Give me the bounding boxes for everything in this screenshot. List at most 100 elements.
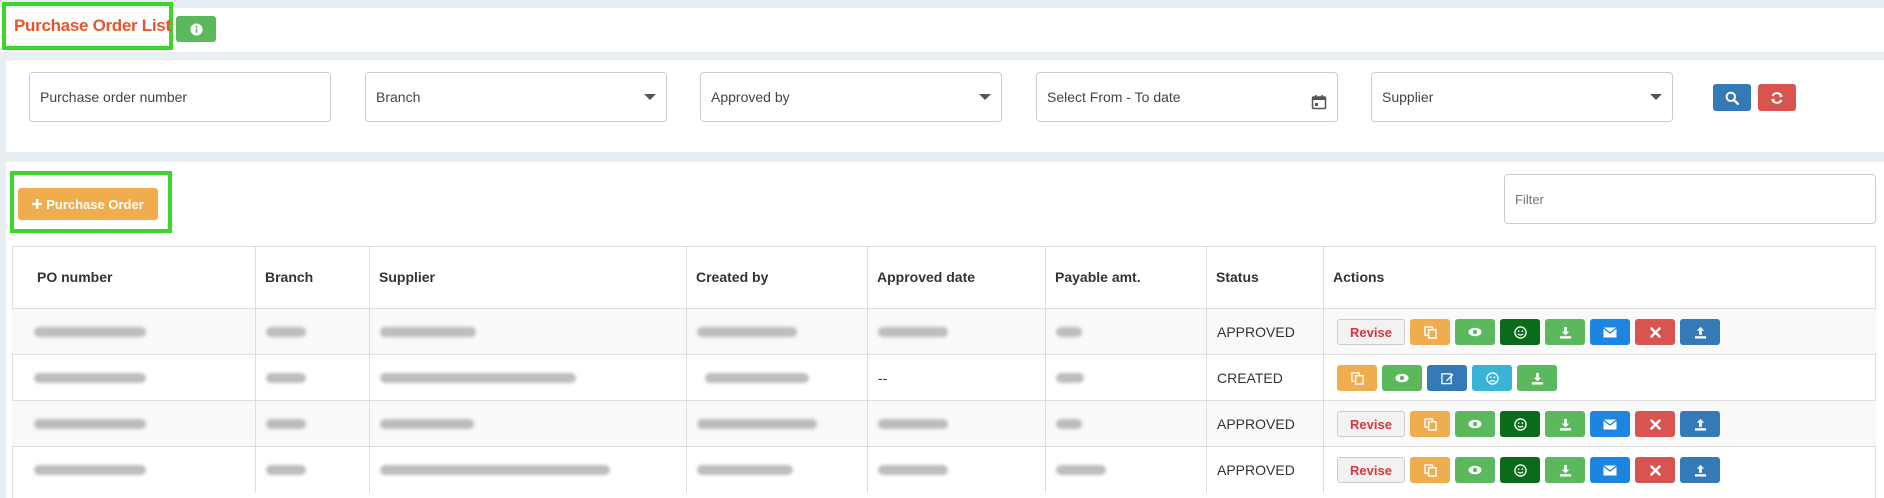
col-header-payable-amt[interactable]: Payable amt. [1046, 246, 1207, 308]
plus-icon [32, 199, 43, 209]
revise-button[interactable]: Revise [1337, 319, 1405, 345]
envelope-icon [1603, 326, 1617, 338]
cancel-button[interactable] [1635, 457, 1675, 483]
branch-select[interactable]: Branch [365, 72, 667, 122]
status-badge: APPROVED [1207, 401, 1324, 447]
status-badge: APPROVED [1207, 309, 1324, 355]
col-header-created-by[interactable]: Created by [687, 246, 868, 308]
close-icon [1649, 418, 1661, 430]
row-actions: Revise [1324, 447, 1720, 493]
upload-button[interactable] [1680, 319, 1720, 345]
copy-button[interactable] [1410, 319, 1450, 345]
supplier-redacted [380, 373, 576, 383]
copy-button[interactable] [1410, 457, 1450, 483]
caret-down-icon [979, 94, 991, 100]
col-header-po-number[interactable]: PO number [28, 246, 256, 308]
caret-down-icon [1650, 94, 1662, 100]
created-by-redacted [705, 373, 809, 383]
revise-button[interactable]: Revise [1337, 457, 1405, 483]
col-header-supplier[interactable]: Supplier [370, 246, 687, 308]
table-filter-input[interactable] [1504, 174, 1876, 224]
created-by-redacted [697, 465, 793, 475]
approve-button[interactable] [1500, 411, 1540, 437]
page-title: Purchase Order List [14, 16, 171, 35]
eye-icon [1468, 419, 1482, 429]
created-by-redacted [697, 327, 797, 337]
refresh-icon [1770, 91, 1784, 105]
approved-by-select[interactable]: Approved by [700, 72, 1002, 122]
approved-date-redacted [878, 465, 948, 475]
email-button[interactable] [1590, 411, 1630, 437]
payable-amt-redacted [1056, 327, 1082, 337]
approve-button[interactable] [1500, 457, 1540, 483]
download-button[interactable] [1517, 365, 1557, 391]
view-button[interactable] [1455, 457, 1495, 483]
smile-icon [1513, 417, 1527, 431]
eye-icon [1468, 465, 1482, 475]
email-button[interactable] [1590, 319, 1630, 345]
table-row[interactable]: -- CREATED [12, 354, 1876, 401]
calendar-icon[interactable] [1311, 94, 1327, 110]
download-button[interactable] [1545, 411, 1585, 437]
copy-icon [1423, 325, 1437, 339]
envelope-icon [1603, 464, 1617, 476]
email-button[interactable] [1590, 457, 1630, 483]
supplier-redacted [380, 419, 474, 429]
copy-icon [1350, 371, 1364, 385]
close-icon [1649, 464, 1661, 476]
envelope-icon [1603, 418, 1617, 430]
copy-icon [1423, 463, 1437, 477]
cancel-button[interactable] [1635, 411, 1675, 437]
upload-button[interactable] [1680, 411, 1720, 437]
eye-icon [1468, 327, 1482, 337]
col-header-branch[interactable]: Branch [256, 246, 370, 308]
copy-button[interactable] [1410, 411, 1450, 437]
upload-button[interactable] [1680, 457, 1720, 483]
page-header [0, 8, 1884, 52]
close-icon [1649, 326, 1661, 338]
frown-icon [1485, 371, 1499, 385]
po-number-input[interactable]: Purchase order number [29, 72, 331, 122]
revise-button[interactable]: Revise [1337, 411, 1405, 437]
copy-icon [1423, 417, 1437, 431]
view-button[interactable] [1455, 319, 1495, 345]
branch-redacted [266, 373, 306, 383]
reject-button[interactable] [1472, 365, 1512, 391]
view-button[interactable] [1455, 411, 1495, 437]
row-actions: Revise [1324, 401, 1720, 447]
table-row[interactable]: APPROVED Revise [12, 308, 1876, 355]
supplier-select[interactable]: Supplier [1371, 72, 1673, 122]
branch-redacted [266, 327, 306, 337]
col-header-status[interactable]: Status [1207, 246, 1324, 308]
download-icon [1559, 464, 1572, 477]
view-button[interactable] [1382, 365, 1422, 391]
table-row[interactable]: APPROVED Revise [12, 446, 1876, 493]
branch-redacted [266, 419, 306, 429]
approve-button[interactable] [1500, 319, 1540, 345]
supplier-redacted [380, 327, 476, 337]
download-button[interactable] [1545, 319, 1585, 345]
search-button[interactable] [1713, 84, 1751, 111]
reset-button[interactable] [1758, 84, 1796, 111]
search-icon [1725, 91, 1739, 105]
po-number-redacted [34, 373, 146, 383]
created-by-redacted [697, 419, 817, 429]
po-number-redacted [34, 419, 146, 429]
smile-icon [1513, 463, 1527, 477]
payable-amt-redacted [1056, 419, 1082, 429]
date-range-input[interactable]: Select From - To date [1036, 72, 1338, 122]
copy-button[interactable] [1337, 365, 1377, 391]
info-circle-icon [189, 22, 203, 36]
approved-date-redacted [878, 419, 948, 429]
info-button[interactable] [176, 16, 216, 42]
cancel-button[interactable] [1635, 319, 1675, 345]
table-row[interactable]: APPROVED Revise [12, 400, 1876, 447]
edit-button[interactable] [1427, 365, 1467, 391]
row-actions: Revise [1324, 309, 1720, 355]
download-icon [1559, 326, 1572, 339]
col-header-approved-date[interactable]: Approved date [868, 246, 1046, 308]
download-button[interactable] [1545, 457, 1585, 483]
payable-amt-redacted [1056, 465, 1106, 475]
add-purchase-order-button[interactable]: Purchase Order [18, 188, 158, 220]
payable-amt-redacted [1056, 373, 1084, 383]
